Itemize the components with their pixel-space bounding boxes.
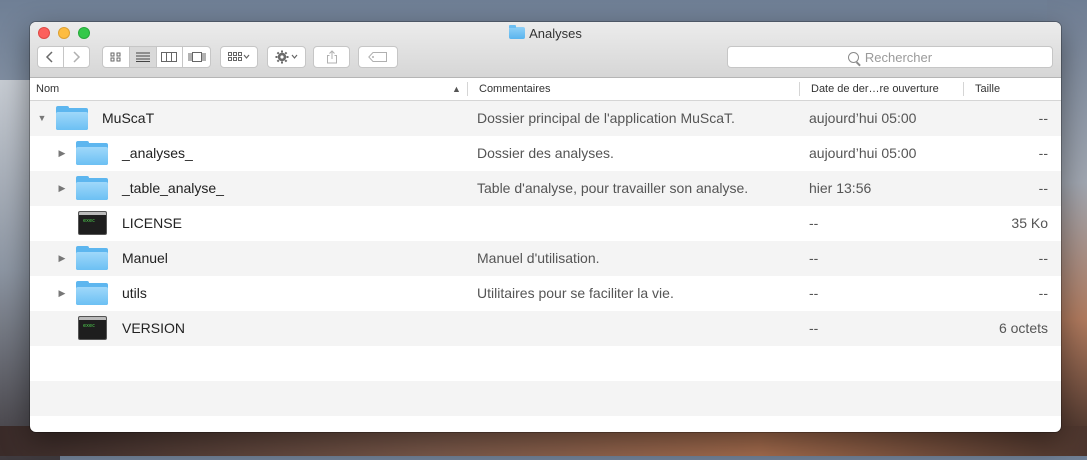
file-comment: Utilitaires pour se faciliter la vie.: [477, 285, 674, 301]
file-row[interactable]: ▼ MuScaT Dossier principal de l'applicatio…: [30, 101, 1061, 136]
file-date: hier 13:56: [809, 180, 872, 196]
file-icon-wrapper: exec: [78, 316, 107, 340]
share-button[interactable]: [313, 46, 350, 68]
file-name[interactable]: LICENSE: [122, 206, 182, 241]
file-size: 6 octets: [998, 320, 1048, 336]
search-icon: [847, 51, 859, 63]
gallery-view-icon: [188, 52, 206, 62]
tag-icon: [368, 52, 387, 62]
folder-icon: [76, 176, 108, 200]
column-header: Nom ▲ Commentaires Date de der…re ouvert…: [30, 78, 1061, 101]
column-separator[interactable]: [963, 82, 964, 96]
share-icon: [326, 50, 337, 64]
list-view-button[interactable]: [129, 47, 157, 67]
list-view-icon: [135, 52, 150, 62]
column-separator[interactable]: [799, 82, 800, 96]
file-icon-wrapper: [76, 176, 108, 200]
arrange-icon: [228, 52, 250, 61]
file-icon-wrapper: [76, 281, 108, 305]
arrange-button[interactable]: [220, 46, 258, 68]
disclosure-triangle-icon[interactable]: ▼: [36, 101, 48, 136]
file-comment: Table d'analyse, pour travailler son ana…: [477, 180, 749, 196]
folder-icon: [76, 281, 108, 305]
file-size: --: [1038, 180, 1048, 196]
window-title-text: Analyses: [529, 26, 582, 41]
file-date: aujourd’hui 05:00: [809, 110, 917, 126]
file-name[interactable]: utils: [122, 276, 147, 311]
column-size[interactable]: Taille: [969, 78, 1061, 100]
icon-view-button[interactable]: [103, 47, 130, 67]
gallery-view-button[interactable]: [183, 47, 210, 67]
chevron-right-icon: [73, 51, 81, 63]
empty-row: [30, 381, 1061, 416]
disclosure-triangle-icon[interactable]: ▶: [56, 171, 68, 206]
file-name[interactable]: MuScaT: [102, 101, 154, 136]
finder-window: Analyses Rechercher Nom ▲ Commentaires D…: [30, 22, 1061, 432]
file-date: --: [809, 250, 819, 266]
file-row[interactable]: ▶ _analyses_ Dossier des analyses. aujourd’…: [30, 136, 1061, 171]
view-switcher: [102, 46, 211, 68]
icon-view-icon: [110, 52, 121, 62]
forward-button[interactable]: [64, 47, 89, 67]
column-name[interactable]: Nom: [30, 78, 467, 100]
column-date[interactable]: Date de der…re ouverture: [805, 78, 963, 100]
executable-file-icon: exec: [78, 211, 107, 235]
sort-ascending-icon: ▲: [452, 84, 461, 94]
back-button[interactable]: [38, 47, 64, 67]
titlebar: Analyses Rechercher: [30, 22, 1061, 78]
file-comment: Dossier principal de l'application MuSca…: [477, 110, 735, 126]
disclosure-triangle-icon[interactable]: ▶: [56, 136, 68, 171]
file-size: --: [1038, 110, 1048, 126]
gear-icon: [275, 50, 297, 64]
column-comments[interactable]: Commentaires: [473, 78, 799, 100]
file-icon-wrapper: [56, 106, 88, 130]
disclosure-triangle-icon[interactable]: ▶: [56, 241, 68, 276]
file-icon-wrapper: exec: [78, 211, 107, 235]
file-icon-wrapper: [76, 141, 108, 165]
file-name[interactable]: Manuel: [122, 241, 168, 276]
file-date: --: [809, 320, 819, 336]
file-size: --: [1038, 250, 1048, 266]
executable-file-icon: exec: [78, 316, 107, 340]
file-name[interactable]: _table_analyse_: [122, 171, 224, 206]
chevron-left-icon: [46, 51, 53, 63]
folder-icon: [509, 25, 526, 39]
column-separator[interactable]: [467, 82, 468, 96]
column-view-button[interactable]: [157, 47, 184, 67]
search-placeholder: Rechercher: [864, 49, 933, 65]
file-row[interactable]: ▶ _table_analyse_ Table d'analyse, pour tr…: [30, 171, 1061, 206]
file-size: --: [1038, 285, 1048, 301]
folder-icon: [56, 106, 88, 130]
tag-button[interactable]: [358, 46, 398, 68]
file-comment: Dossier des analyses.: [477, 145, 614, 161]
empty-row: [30, 346, 1061, 381]
file-date: aujourd’hui 05:00: [809, 145, 917, 161]
file-name[interactable]: _analyses_: [122, 136, 193, 171]
file-size: 35 Ko: [1011, 215, 1048, 231]
folder-icon: [76, 141, 108, 165]
nav-buttons: [37, 46, 90, 68]
file-list: ▼ MuScaT Dossier principal de l'applicatio…: [30, 101, 1061, 416]
file-size: --: [1038, 145, 1048, 161]
file-date: --: [809, 215, 819, 231]
file-row[interactable]: ▶ Manuel Manuel d'utilisation. -- --: [30, 241, 1061, 276]
file-row[interactable]: ▶ utils Utilitaires pour se faciliter la v…: [30, 276, 1061, 311]
action-button[interactable]: [267, 46, 306, 68]
file-comment: Manuel d'utilisation.: [477, 250, 600, 266]
disclosure-triangle-icon[interactable]: ▶: [56, 276, 68, 311]
folder-icon: [76, 246, 108, 270]
file-name[interactable]: VERSION: [122, 311, 185, 346]
file-row[interactable]: exec VERSION -- 6 octets: [30, 311, 1061, 346]
file-row[interactable]: exec LICENSE -- 35 Ko: [30, 206, 1061, 241]
column-view-icon: [161, 52, 178, 62]
file-date: --: [809, 285, 819, 301]
search-field[interactable]: Rechercher: [727, 46, 1053, 68]
window-title: Analyses: [30, 25, 1061, 41]
file-icon-wrapper: [76, 246, 108, 270]
